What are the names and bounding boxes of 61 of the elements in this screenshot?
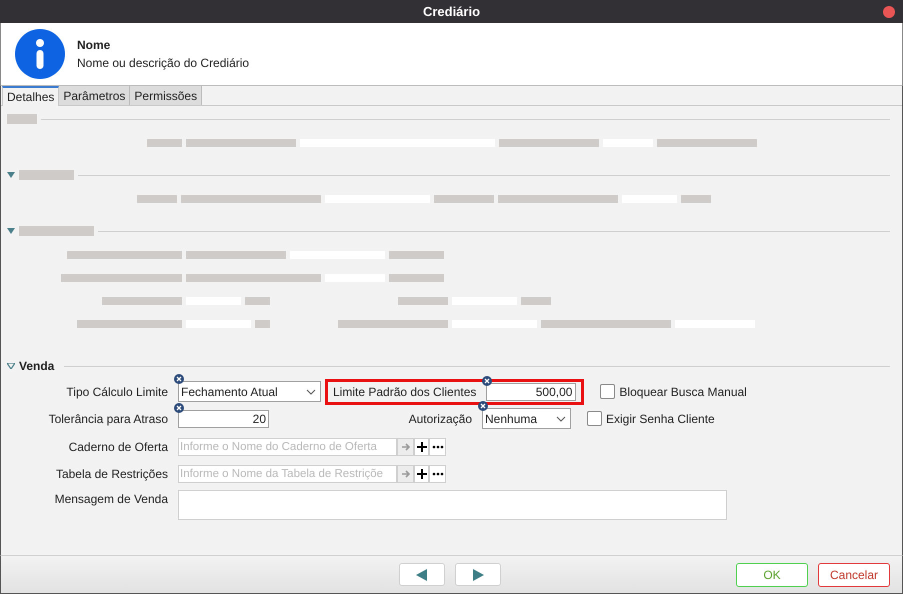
chevron-down-icon [306, 388, 316, 394]
more-button[interactable] [429, 464, 446, 482]
pixelated-text [7, 114, 37, 124]
field-label: Mensagem de Venda [54, 491, 169, 508]
ellipsis-icon [432, 472, 444, 476]
triangle-down-icon[interactable] [7, 172, 15, 178]
cancel-button[interactable]: Cancelar [818, 562, 890, 586]
dropdown[interactable]: Nenhuma [482, 408, 571, 429]
plus-icon [416, 468, 426, 478]
message-field[interactable] [178, 490, 727, 520]
tab[interactable]: Parâmetros [59, 86, 130, 105]
header-description: Nome ou descrição do Crediário [77, 55, 250, 72]
chevron-down-icon [556, 416, 566, 422]
field-label: Caderno de Oferta [68, 439, 169, 456]
clear-icon[interactable] [174, 374, 184, 384]
lookup-field[interactable]: Informe o Nome do Caderno de Oferta [178, 438, 397, 456]
pixelated-text [245, 297, 270, 305]
field-label: Limite Padrão dos Clientes [333, 384, 478, 400]
lookup-field[interactable]: Informe o Nome da Tabela de Restriçõe [178, 464, 397, 482]
pixelated-text [19, 170, 74, 180]
pixelated-text [137, 195, 177, 203]
plus-icon [416, 442, 426, 452]
triangle-left-icon [416, 568, 428, 580]
arrow-right-icon [400, 468, 410, 478]
previous-button[interactable] [399, 563, 445, 586]
checkbox[interactable] [600, 384, 616, 399]
pixelated-text [398, 297, 448, 305]
ellipsis-icon [432, 445, 444, 449]
pixelated-text [255, 320, 270, 328]
field-label: Autorização [408, 410, 473, 428]
arrow-right-icon [400, 442, 410, 452]
value-field[interactable]: 500,00 [486, 382, 576, 400]
add-button[interactable] [414, 438, 429, 456]
window-title: Crediário [422, 2, 480, 21]
info-icon [15, 29, 65, 79]
pixelated-text [434, 195, 494, 203]
collapse-triangle-icon[interactable] [7, 363, 15, 369]
header-title: Nome [77, 37, 112, 54]
add-button[interactable] [414, 464, 429, 482]
value-field[interactable]: 20 [178, 410, 269, 428]
clear-icon[interactable] [478, 401, 488, 411]
tab[interactable]: Permissões [130, 86, 202, 105]
pixelated-text [389, 274, 444, 282]
field-label: Tolerância para Atraso [48, 410, 169, 428]
pixelated-text [521, 297, 551, 305]
more-button[interactable] [429, 438, 446, 456]
section-title: Venda [19, 358, 54, 375]
checkbox-label: Exigir Senha Cliente [606, 410, 715, 428]
pixelated-text [147, 139, 182, 147]
next-button[interactable] [455, 563, 501, 586]
checkbox[interactable] [587, 411, 602, 426]
close-button[interactable] [883, 6, 895, 18]
pixelated-text [389, 251, 444, 259]
checkbox-label: Bloquear Busca Manual [619, 384, 747, 400]
tab[interactable]: Detalhes [2, 86, 60, 106]
triangle-down-icon[interactable] [7, 228, 15, 234]
field-label: Tabela de Restrições [54, 466, 169, 482]
field-label: Tipo Cálculo Limite [65, 384, 169, 400]
triangle-right-icon [472, 568, 484, 580]
dropdown[interactable]: Fechamento Atual [178, 381, 321, 402]
pixelated-text [681, 195, 711, 203]
